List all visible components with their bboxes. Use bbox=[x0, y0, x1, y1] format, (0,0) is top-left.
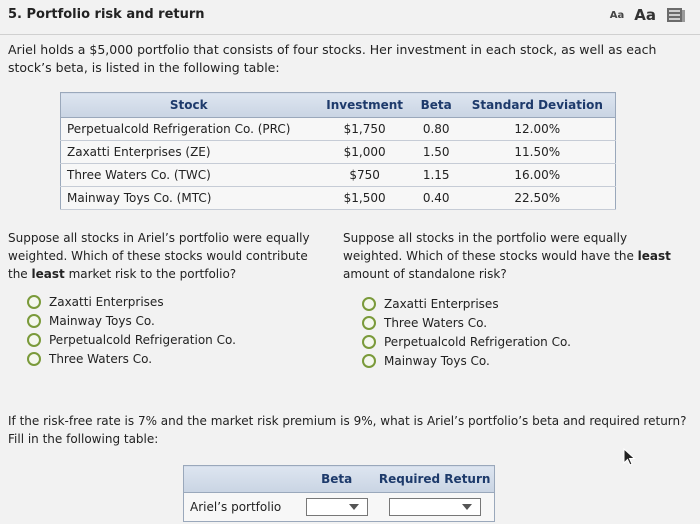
radio-option[interactable]: Mainway Toys Co. bbox=[27, 311, 236, 330]
question-emphasis: least bbox=[31, 267, 65, 281]
market-risk-options: Zaxatti Enterprises Mainway Toys Co. Per… bbox=[27, 292, 236, 368]
increase-font-button[interactable]: Aa bbox=[634, 6, 656, 24]
question-text-end: amount of standalone risk? bbox=[343, 267, 507, 281]
question-text-end: market risk to the portfolio? bbox=[64, 267, 237, 281]
stock-table: Stock Investment Beta Standard Deviation… bbox=[60, 92, 616, 210]
option-label: Three Waters Co. bbox=[384, 315, 488, 330]
option-label: Mainway Toys Co. bbox=[49, 313, 155, 328]
stock-table-header: Stock Investment Beta Standard Deviation bbox=[60, 92, 616, 118]
radio-button[interactable] bbox=[362, 315, 376, 330]
stock-std-dev: 11.50% bbox=[459, 140, 616, 164]
option-label: Perpetualcold Refrigeration Co. bbox=[49, 332, 236, 347]
radio-button[interactable] bbox=[27, 351, 41, 366]
stock-name: Three Waters Co. (TWC) bbox=[60, 163, 317, 187]
stock-investment: $1,500 bbox=[316, 186, 413, 210]
col-required-return: Required Return bbox=[375, 465, 495, 493]
table-row: Mainway Toys Co. (MTC) $1,500 0.40 22.50… bbox=[60, 186, 616, 210]
radio-option[interactable]: Perpetualcold Refrigeration Co. bbox=[27, 330, 236, 349]
required-return-dropdown[interactable] bbox=[388, 498, 481, 516]
question-standalone-risk: Suppose all stocks in the portfolio were… bbox=[343, 229, 683, 283]
question-emphasis: least bbox=[637, 249, 671, 263]
stock-beta: 0.80 bbox=[412, 117, 460, 141]
table-row: Zaxatti Enterprises (ZE) $1,000 1.50 11.… bbox=[60, 140, 616, 164]
radio-button[interactable] bbox=[362, 353, 376, 368]
question-portfolio-return: If the risk-free rate is 7% and the mark… bbox=[8, 414, 687, 446]
header-bar: 5. Portfolio risk and return Aa Aa bbox=[0, 0, 700, 35]
stock-investment: $1,750 bbox=[316, 117, 413, 141]
stock-beta: 1.50 bbox=[412, 140, 460, 164]
col-blank bbox=[183, 465, 298, 493]
standalone-risk-options: Zaxatti Enterprises Three Waters Co. Per… bbox=[362, 294, 571, 370]
option-label: Zaxatti Enterprises bbox=[49, 294, 164, 309]
portfolio-table-header: Beta Required Return bbox=[183, 465, 495, 493]
page-title: 5. Portfolio risk and return bbox=[8, 7, 205, 22]
stock-beta: 0.40 bbox=[412, 186, 460, 210]
radio-option[interactable]: Zaxatti Enterprises bbox=[27, 292, 236, 311]
radio-button[interactable] bbox=[362, 334, 376, 349]
radio-button[interactable] bbox=[27, 332, 41, 347]
stock-beta: 1.15 bbox=[412, 163, 460, 187]
option-label: Three Waters Co. bbox=[49, 351, 153, 366]
radio-option[interactable]: Zaxatti Enterprises bbox=[362, 294, 571, 313]
table-row: Three Waters Co. (TWC) $750 1.15 16.00% bbox=[60, 163, 616, 187]
portfolio-label: Ariel’s portfolio bbox=[183, 492, 298, 522]
intro-text: Ariel holds a $5,000 portfolio that cons… bbox=[8, 42, 657, 75]
question-market-risk: Suppose all stocks in Ariel’s portfolio … bbox=[8, 229, 324, 283]
stock-std-dev: 12.00% bbox=[459, 117, 616, 141]
stock-name: Perpetualcold Refrigeration Co. (PRC) bbox=[60, 117, 317, 141]
stock-investment: $750 bbox=[316, 163, 413, 187]
header-tools: Aa Aa bbox=[610, 6, 686, 24]
stock-std-dev: 22.50% bbox=[459, 186, 616, 210]
decrease-font-button[interactable]: Aa bbox=[610, 10, 625, 21]
radio-button[interactable] bbox=[27, 313, 41, 328]
col-std-dev: Standard Deviation bbox=[459, 92, 616, 118]
radio-option[interactable]: Perpetualcold Refrigeration Co. bbox=[362, 332, 571, 351]
table-row: Perpetualcold Refrigeration Co. (PRC) $1… bbox=[60, 117, 616, 141]
col-beta: Beta bbox=[298, 465, 376, 493]
option-label: Perpetualcold Refrigeration Co. bbox=[384, 334, 571, 349]
radio-button[interactable] bbox=[27, 294, 41, 309]
col-beta: Beta bbox=[412, 92, 460, 118]
col-investment: Investment bbox=[316, 92, 413, 118]
table-row: Ariel’s portfolio bbox=[183, 492, 495, 522]
stock-name: Mainway Toys Co. (MTC) bbox=[60, 186, 317, 210]
radio-option[interactable]: Three Waters Co. bbox=[27, 349, 236, 368]
stock-investment: $1,000 bbox=[316, 140, 413, 164]
portfolio-table: Beta Required Return Ariel’s portfolio bbox=[183, 465, 495, 522]
question-text: Suppose all stocks in the portfolio were… bbox=[343, 231, 638, 263]
radio-button[interactable] bbox=[362, 296, 376, 311]
stock-name: Zaxatti Enterprises (ZE) bbox=[60, 140, 317, 164]
stock-std-dev: 16.00% bbox=[459, 163, 616, 187]
col-stock: Stock bbox=[60, 92, 317, 118]
radio-option[interactable]: Mainway Toys Co. bbox=[362, 351, 571, 370]
option-label: Mainway Toys Co. bbox=[384, 353, 490, 368]
option-label: Zaxatti Enterprises bbox=[384, 296, 499, 311]
beta-dropdown[interactable] bbox=[305, 498, 368, 516]
radio-option[interactable]: Three Waters Co. bbox=[362, 313, 571, 332]
mouse-pointer-icon bbox=[623, 448, 636, 466]
book-icon[interactable] bbox=[666, 6, 686, 24]
